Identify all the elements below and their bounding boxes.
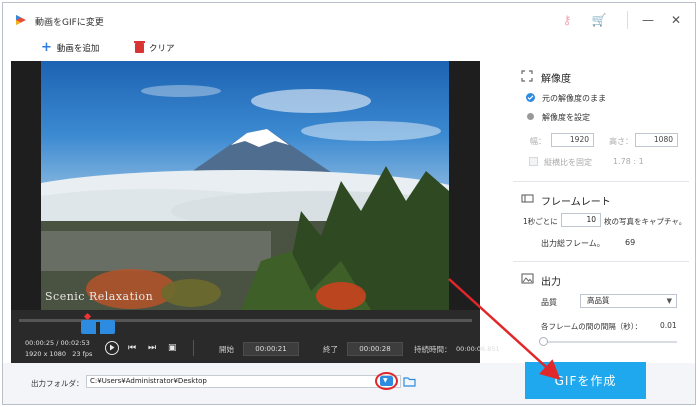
window-title: 動画をGIFに変更: [35, 18, 104, 28]
app-window: 動画をGIFに変更 ⚷ 🛒 — ✕ + 動画を追加 クリア Scenic Rel…: [2, 2, 696, 405]
title-bar: 動画をGIFに変更 ⚷ 🛒 — ✕: [3, 3, 695, 35]
cart-icon[interactable]: 🛒: [591, 12, 607, 28]
start-label: 開始: [219, 345, 234, 354]
next-frame-icon[interactable]: ⏭: [148, 343, 156, 353]
play-button[interactable]: [105, 341, 119, 355]
keep-resolution-label: 元の解像度のまま: [542, 94, 606, 103]
frames-per-second-suffix: 枚の写真をキャプチャ。: [604, 217, 687, 226]
key-icon[interactable]: ⚷: [559, 12, 575, 28]
chevron-down-icon: ▼: [666, 297, 672, 305]
trim-range-gap: [96, 322, 100, 334]
resolution-icon: [521, 70, 533, 82]
end-time-field[interactable]: 00:00:28: [347, 342, 403, 356]
current-time: 00:00:25: [25, 339, 55, 347]
end-label: 終了: [323, 345, 338, 354]
width-input[interactable]: 1920: [551, 133, 594, 147]
duration-value: 00:00:06.851: [456, 345, 500, 353]
trash-icon: [134, 41, 145, 53]
framerate-heading: フレームレート: [541, 197, 611, 208]
folder-dropdown-button[interactable]: ▼: [380, 376, 393, 386]
keep-resolution-radio[interactable]: [526, 93, 535, 102]
quality-value: 高品質: [587, 296, 610, 305]
total-frames-label: 出力総フレーム。: [541, 239, 605, 248]
create-gif-button[interactable]: GIFを作成: [525, 362, 646, 399]
height-label: 高さ：: [609, 137, 633, 146]
folder-icon[interactable]: [403, 376, 416, 387]
snapshot-icon[interactable]: ▣: [168, 343, 177, 353]
total-time: 00:02:53: [60, 339, 90, 347]
previous-frame-icon[interactable]: ⏮: [128, 343, 136, 353]
set-resolution-radio[interactable]: [527, 113, 534, 120]
toolbar: + 動画を追加 クリア: [3, 35, 695, 61]
output-folder-label: 出力フォルダ：: [31, 379, 84, 388]
frames-per-second-prefix: 1秒ごとに: [523, 217, 558, 226]
create-gif-label: GIFを作成: [554, 374, 617, 388]
interval-value: 0.01: [660, 321, 677, 330]
output-image-icon: [521, 273, 534, 284]
plus-icon: +: [41, 40, 52, 55]
lock-ratio-checkbox[interactable]: [529, 157, 538, 166]
width-label: 幅：: [530, 137, 546, 146]
frames-per-second-input[interactable]: 10: [561, 213, 601, 227]
interval-slider-knob[interactable]: [539, 337, 548, 346]
close-icon[interactable]: ✕: [667, 11, 685, 29]
ratio-value: 1.78 : 1: [613, 157, 644, 166]
interval-slider-track[interactable]: [543, 341, 677, 343]
landscape-artwork: [41, 85, 449, 310]
minimize-icon[interactable]: —: [639, 11, 657, 29]
fps-readout: 23 fps: [72, 350, 93, 358]
clear-button[interactable]: クリア: [134, 41, 175, 55]
resolution-readout: 1920 x 1080: [25, 350, 67, 358]
lock-ratio-label: 縦横比を固定: [544, 158, 592, 167]
time-readout: 00:00:25 / 00:02:53: [25, 339, 90, 347]
output-folder-path: C:¥Users¥Administrator¥Desktop: [90, 377, 207, 385]
quality-label: 品質: [541, 298, 557, 307]
controls-divider: [193, 340, 194, 356]
chevron-down-icon: ▼: [383, 377, 388, 384]
output-heading: 出力: [541, 277, 561, 288]
interval-label: 各フレームの間の間隔（秒）：: [541, 322, 643, 331]
total-frames-value: 69: [625, 238, 636, 247]
add-video-button[interactable]: + 動画を追加: [41, 41, 99, 55]
titlebar-divider: [627, 11, 628, 29]
section-divider: [513, 181, 689, 182]
media-info: 1920 x 1080 23 fps: [25, 350, 92, 358]
section-divider: [513, 261, 689, 262]
clear-label: クリア: [149, 44, 175, 54]
output-folder-field[interactable]: C:¥Users¥Administrator¥Desktop: [86, 375, 401, 388]
duration-label: 持続時間：: [414, 345, 452, 354]
check-icon: [527, 95, 534, 101]
video-watermark: Scenic Relaxation: [45, 290, 154, 303]
app-logo-icon: [16, 15, 26, 25]
framerate-icon: [521, 194, 534, 203]
video-preview: Scenic Relaxation 00:00:25 / 00:02:53 19…: [11, 61, 500, 363]
play-icon: [110, 344, 115, 351]
set-resolution-label: 解像度を設定: [542, 113, 590, 122]
height-input[interactable]: 1080: [635, 133, 678, 147]
resolution-heading: 解像度: [541, 74, 571, 85]
playback-controls: 00:00:25 / 00:02:53 1920 x 1080 23 fps ⏮…: [11, 310, 500, 363]
quality-select[interactable]: 高品質 ▼: [580, 294, 677, 308]
start-time-field[interactable]: 00:00:21: [243, 342, 299, 356]
video-frame[interactable]: Scenic Relaxation: [41, 61, 449, 310]
add-video-label: 動画を追加: [56, 44, 100, 54]
